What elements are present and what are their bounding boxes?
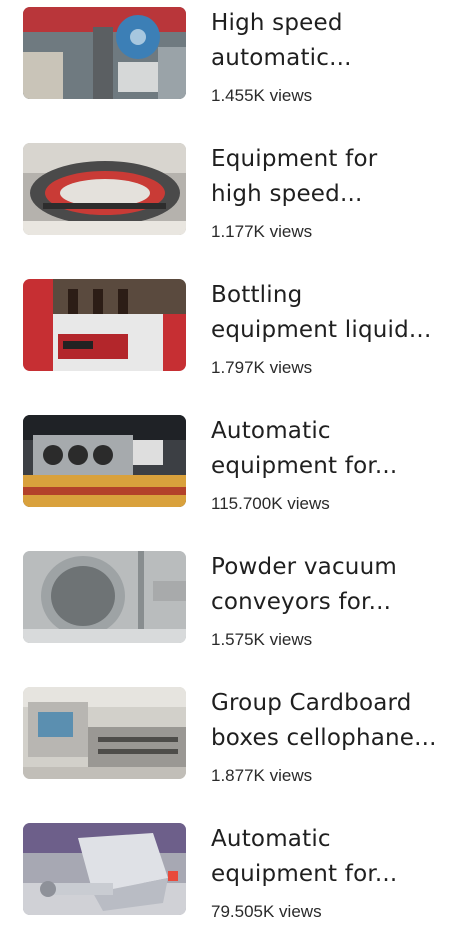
wrapping-machine-image [23, 687, 186, 779]
view-count: 1.575K views [211, 630, 313, 649]
video-title[interactable]: Powder vacuum conveyors for... [211, 550, 451, 620]
video-thumbnail[interactable] [23, 551, 186, 643]
video-title[interactable]: Equipment for high speed... [211, 142, 451, 212]
video-item[interactable]: High speed automatic... 1.455K views [0, 0, 463, 120]
video-thumbnail[interactable] [23, 823, 186, 915]
view-count: 1.455K views [211, 86, 313, 105]
view-count: 1.797K views [211, 358, 313, 377]
video-list: High speed automatic... 1.455K views Equ… [0, 0, 463, 927]
video-item[interactable]: Automatic equipment for... 79.505K views [0, 816, 463, 936]
video-title[interactable]: Group Cardboard boxes cellophane... [211, 686, 451, 756]
view-count: 1.877K views [211, 766, 313, 785]
video-thumbnail[interactable] [23, 7, 186, 99]
view-count: 79.505K views [211, 902, 322, 921]
video-thumbnail[interactable] [23, 279, 186, 371]
vacuum-conveyor-image [23, 551, 186, 643]
video-item[interactable]: Powder vacuum conveyors for... 1.575K vi… [0, 544, 463, 664]
video-title[interactable]: Automatic equipment for... [211, 822, 451, 892]
rotary-machine-image [23, 143, 186, 235]
video-thumbnail[interactable] [23, 143, 186, 235]
video-item[interactable]: Bottling equipment liquid... 1.797K view… [0, 272, 463, 392]
steel-mixer-image [23, 823, 186, 915]
video-title[interactable]: Automatic equipment for... [211, 414, 451, 484]
video-thumbnail[interactable] [23, 415, 186, 507]
video-thumbnail[interactable] [23, 687, 186, 779]
view-count: 115.700K views [211, 494, 330, 513]
packaging-machine-image [23, 7, 186, 99]
video-title[interactable]: High speed automatic... [211, 6, 451, 76]
video-title[interactable]: Bottling equipment liquid... [211, 278, 451, 348]
sealing-machine-image [23, 415, 186, 507]
video-item[interactable]: Group Cardboard boxes cellophane... 1.87… [0, 680, 463, 800]
bottling-machine-image [23, 279, 186, 371]
video-item[interactable]: Equipment for high speed... 1.177K views [0, 136, 463, 256]
view-count: 1.177K views [211, 222, 313, 241]
video-item[interactable]: Automatic equipment for... 115.700K view… [0, 408, 463, 528]
